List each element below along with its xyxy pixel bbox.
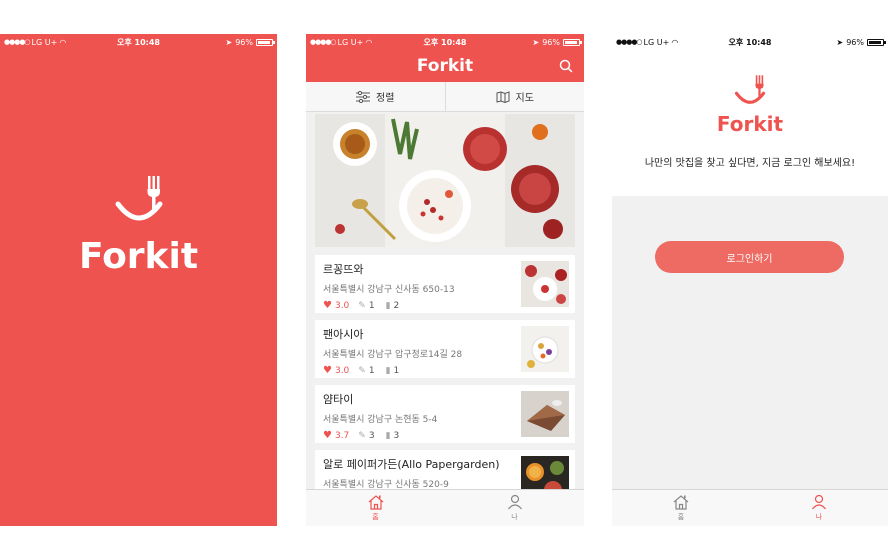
carrier-label: LG U+ [31, 37, 58, 47]
fork-bowl-icon [115, 176, 162, 221]
map-button[interactable]: 지도 [444, 82, 585, 111]
login-header: Forkit 나만의 맛집을 찾고 싶다면, 지금 로그인 해보세요! [612, 50, 888, 196]
splash-logo: Forkit [0, 174, 277, 277]
bookmark-icon: ▮ [385, 365, 391, 376]
user-icon [812, 494, 826, 510]
review-count: 1 [368, 300, 375, 311]
login-message: 나만의 맛집을 찾고 싶다면, 지금 로그인 해보세요! [644, 158, 856, 169]
signal-icon: ●●●●○ [616, 38, 643, 46]
status-bar: ●●●●○ LG U+ ◠ 오후 10:48 ➤ 96% [0, 34, 277, 50]
rating-value: 3.7 [334, 430, 350, 441]
fork-bowl-icon [734, 75, 766, 104]
battery-percent: 96% [542, 37, 560, 47]
pencil-icon: ✎ [358, 430, 366, 441]
sliders-icon [356, 90, 371, 103]
tab-home[interactable]: 홈 [306, 490, 445, 526]
restaurant-card[interactable]: 알로 페이퍼가든(Allo Papergarden) 서울특별시 강남구 신사동… [315, 450, 575, 489]
bookmark-count: 1 [393, 365, 400, 376]
location-icon: ➤ [225, 37, 233, 47]
login-screen: ●●●●○ LG U+ ◠ 오후 10:48 ➤ 96% Forkit 나만의 … [612, 34, 888, 526]
home-icon [673, 495, 689, 510]
login-wordmark: Forkit [716, 112, 784, 136]
bookmark-icon: ▮ [385, 430, 391, 441]
tab-me[interactable]: 나 [750, 490, 888, 526]
hero-food-image[interactable] [315, 114, 575, 247]
tab-bar: 홈 나 [306, 489, 584, 526]
bookmark-count: 2 [393, 300, 400, 311]
home-screen: ●●●●○ LG U+ ◠ 오후 10:48 ➤ 96% Forkit 정렬 지… [306, 34, 584, 526]
pencil-icon: ✎ [358, 300, 366, 311]
restaurant-card[interactable]: 얌타이 서울특별시 강남구 논현동 5-4 ♥ 3.7 ✎ 3 ▮ 3 [315, 385, 575, 443]
battery-percent: 96% [235, 37, 253, 47]
app-header: Forkit [306, 50, 584, 82]
rating-value: 3.0 [334, 365, 350, 376]
restaurant-card[interactable]: 팬아시아 서울특별시 강남구 압구정로14길 28 ♥ 3.0 ✎ 1 ▮ 1 [315, 320, 575, 378]
restaurant-thumbnail [521, 456, 569, 489]
bookmark-icon: ▮ [385, 300, 391, 311]
rating-value: 3.0 [334, 300, 350, 311]
location-icon: ➤ [532, 37, 540, 47]
status-bar: ●●●●○ LG U+ ◠ 오후 10:48 ➤ 96% [306, 34, 584, 50]
tab-home-label: 홈 [677, 513, 685, 521]
battery-icon [563, 38, 582, 46]
wifi-icon: ◠ [59, 37, 67, 47]
location-icon: ➤ [836, 37, 844, 47]
user-icon [507, 494, 522, 510]
sort-label: 정렬 [376, 93, 395, 104]
search-icon[interactable] [558, 58, 574, 74]
carrier-label: LG U+ [643, 37, 670, 47]
food-photo [315, 114, 575, 247]
review-count: 1 [368, 365, 375, 376]
login-button[interactable]: 로그인하기 [655, 241, 844, 273]
tab-home[interactable]: 홈 [612, 490, 750, 526]
map-icon [496, 90, 510, 103]
heart-icon: ♥ [323, 300, 332, 311]
heart-icon: ♥ [323, 430, 332, 441]
pencil-icon: ✎ [358, 365, 366, 376]
filter-segment: 정렬 지도 [306, 82, 584, 112]
signal-icon: ●●●●○ [4, 38, 31, 46]
app-title: Forkit [416, 56, 474, 76]
heart-icon: ♥ [323, 365, 332, 376]
bookmark-count: 3 [393, 430, 400, 441]
status-bar: ●●●●○ LG U+ ◠ 오후 10:48 ➤ 96% [612, 34, 888, 50]
review-count: 3 [368, 430, 375, 441]
wifi-icon: ◠ [671, 37, 679, 47]
battery-percent: 96% [846, 37, 864, 47]
wifi-icon: ◠ [365, 37, 373, 47]
restaurant-feed[interactable]: 르꽁뜨와 서울특별시 강남구 신사동 650-13 ♥ 3.0 ✎ 1 ▮ 2 … [315, 114, 575, 489]
restaurant-thumbnail [521, 261, 569, 307]
restaurant-thumbnail [521, 326, 569, 372]
restaurant-card[interactable]: 르꽁뜨와 서울특별시 강남구 신사동 650-13 ♥ 3.0 ✎ 1 ▮ 2 [315, 255, 575, 313]
tab-me-label: 나 [511, 513, 518, 521]
tab-bar: 홈 나 [612, 489, 888, 526]
sort-button[interactable]: 정렬 [306, 82, 445, 111]
tab-me[interactable]: 나 [445, 490, 584, 526]
signal-icon: ●●●●○ [310, 38, 337, 46]
restaurant-thumbnail [521, 391, 569, 437]
splash-wordmark: Forkit [78, 236, 199, 277]
battery-icon [867, 38, 886, 46]
map-label: 지도 [515, 93, 534, 104]
tab-home-label: 홈 [372, 513, 379, 521]
tab-me-label: 나 [815, 513, 823, 521]
splash-screen: ●●●●○ LG U+ ◠ 오후 10:48 ➤ 96% Forkit [0, 34, 277, 526]
battery-icon [256, 38, 275, 46]
home-icon [368, 495, 383, 510]
carrier-label: LG U+ [337, 37, 364, 47]
